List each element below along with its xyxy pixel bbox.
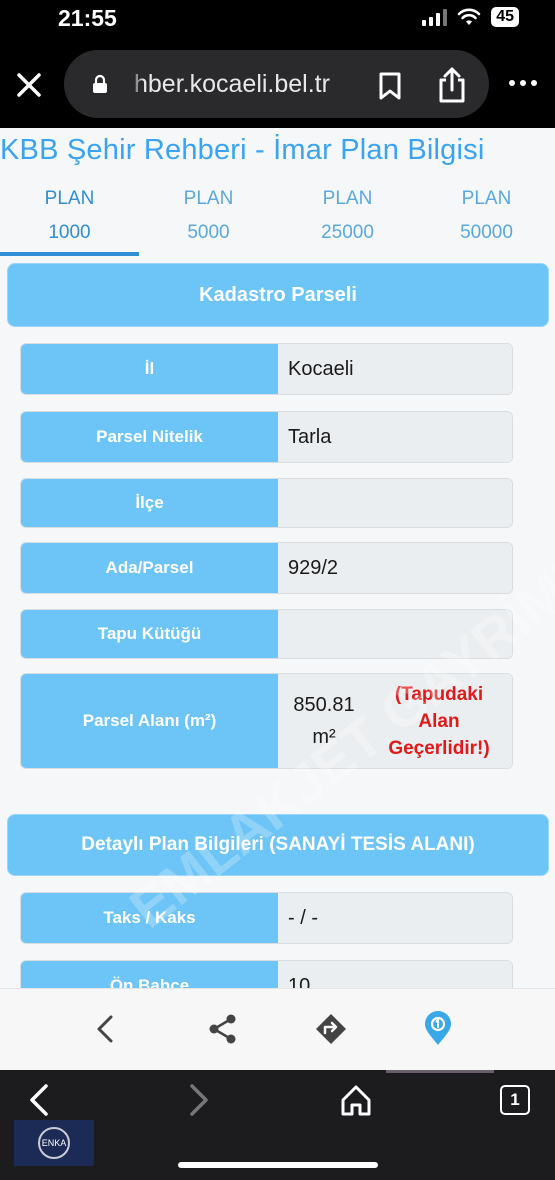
area-unit: m² xyxy=(312,726,336,748)
row-value: 10 xyxy=(278,961,512,988)
status-time: 21:55 xyxy=(58,5,117,31)
page-title: KBB Şehir Rehberi - İmar Plan Bilgisi xyxy=(0,134,485,166)
area-note-line: Alan xyxy=(418,710,460,732)
browser-url-area: hber.kocaeli.bel.tr xyxy=(0,40,555,128)
directions-icon[interactable] xyxy=(313,1011,349,1047)
tab-switcher-button[interactable]: 1 xyxy=(500,1085,530,1115)
home-icon[interactable] xyxy=(338,1080,374,1120)
plan-tabs: PLAN 1000 PLAN 5000 PLAN 25000 PLAN 5000… xyxy=(0,178,555,258)
browser-bottom-bar: 1 ENKA xyxy=(0,1070,555,1180)
tab-value: 1000 xyxy=(48,222,91,243)
tab-label: PLAN xyxy=(44,188,95,209)
tab-plan-25000[interactable]: PLAN 25000 xyxy=(278,178,417,258)
cellular-signal-icon xyxy=(422,8,448,26)
status-icons: 45 xyxy=(422,7,519,27)
tab-plan-5000[interactable]: PLAN 5000 xyxy=(139,178,278,258)
tab-plan-1000[interactable]: PLAN 1000 xyxy=(0,178,139,258)
web-page: KBB Şehir Rehberi - İmar Plan Bilgisi PL… xyxy=(0,128,555,988)
share-nodes-icon[interactable] xyxy=(205,1011,241,1047)
tab-label: PLAN xyxy=(461,188,512,209)
area-value-group: 850.81 m² (Tapudaki Alan Geçerlidir!) xyxy=(282,681,512,762)
url-fade xyxy=(128,66,144,102)
row-label: İlçe xyxy=(21,479,278,527)
area-note-line: (Tapudaki xyxy=(394,683,484,705)
browser-back-icon[interactable] xyxy=(22,1080,58,1120)
url-text: hber.kocaeli.bel.tr xyxy=(134,70,330,98)
tab-label: PLAN xyxy=(322,188,373,209)
row-label: Parsel Alanı (m²) xyxy=(21,674,278,768)
row-label: Ön Bahçe xyxy=(21,961,278,988)
row-label: Taks / Kaks xyxy=(21,893,278,943)
tab-value: 25000 xyxy=(321,222,374,243)
wifi-icon xyxy=(457,8,481,25)
area-value: 850.81 xyxy=(293,694,355,716)
table-row-ilce: İlçe xyxy=(20,478,513,528)
row-label: Parsel Nitelik xyxy=(21,412,278,462)
area-number: 850.81 m² xyxy=(282,689,366,753)
logo-text: ENKA xyxy=(38,1127,70,1159)
area-note-line: Geçerlidir!) xyxy=(388,737,490,759)
location-marker-icon[interactable] xyxy=(420,1011,456,1047)
detay-section-header: Detaylı Plan Bilgileri (SANAYİ TESİS ALA… xyxy=(7,814,549,876)
browser-forward-icon[interactable] xyxy=(180,1080,216,1120)
lock-icon xyxy=(93,74,107,93)
share-icon[interactable] xyxy=(436,66,468,104)
row-label: İl xyxy=(21,344,278,394)
row-value: 850.81 m² (Tapudaki Alan Geçerlidir!) xyxy=(278,674,512,768)
close-icon[interactable] xyxy=(14,70,44,100)
app-toolbar xyxy=(0,988,555,1070)
area-warning-note: (Tapudaki Alan Geçerlidir!) xyxy=(366,681,512,762)
back-arrow-icon[interactable] xyxy=(88,1011,124,1047)
bookmark-icon[interactable] xyxy=(376,71,404,101)
tab-label: PLAN xyxy=(183,188,234,209)
row-value: 929/2 xyxy=(278,543,512,593)
table-row-tapu-kutugu: Tapu Kütüğü xyxy=(20,609,513,659)
address-bar[interactable]: hber.kocaeli.bel.tr xyxy=(64,50,489,118)
row-value xyxy=(278,479,512,527)
row-label: Tapu Kütüğü xyxy=(21,610,278,658)
enka-logo: ENKA xyxy=(14,1120,94,1166)
tab-plan-50000[interactable]: PLAN 50000 xyxy=(417,178,555,258)
table-row-on-bahce: Ön Bahçe 10 xyxy=(20,960,513,988)
table-row-parsel-alani: Parsel Alanı (m²) 850.81 m² (Tapudaki Al… xyxy=(20,673,513,769)
tab-value: 50000 xyxy=(460,222,513,243)
table-row-taks-kaks: Taks / Kaks - / - xyxy=(20,892,513,944)
progress-indicator xyxy=(386,1070,494,1073)
table-row-il: İl Kocaeli xyxy=(20,343,513,395)
tab-value: 5000 xyxy=(187,222,230,243)
row-value: Kocaeli xyxy=(278,344,512,394)
table-row-parsel-nitelik: Parsel Nitelik Tarla xyxy=(20,411,513,463)
more-icon[interactable] xyxy=(508,78,538,88)
status-bar: 21:55 45 xyxy=(0,0,555,40)
active-tab-indicator xyxy=(0,252,139,256)
table-row-ada-parsel: Ada/Parsel 929/2 xyxy=(20,542,513,594)
kadastro-section-header: Kadastro Parseli xyxy=(7,263,549,327)
row-value xyxy=(278,610,512,658)
row-value: Tarla xyxy=(278,412,512,462)
battery-indicator: 45 xyxy=(491,7,519,27)
row-label: Ada/Parsel xyxy=(21,543,278,593)
row-value: - / - xyxy=(278,893,512,943)
home-indicator[interactable] xyxy=(178,1162,378,1168)
